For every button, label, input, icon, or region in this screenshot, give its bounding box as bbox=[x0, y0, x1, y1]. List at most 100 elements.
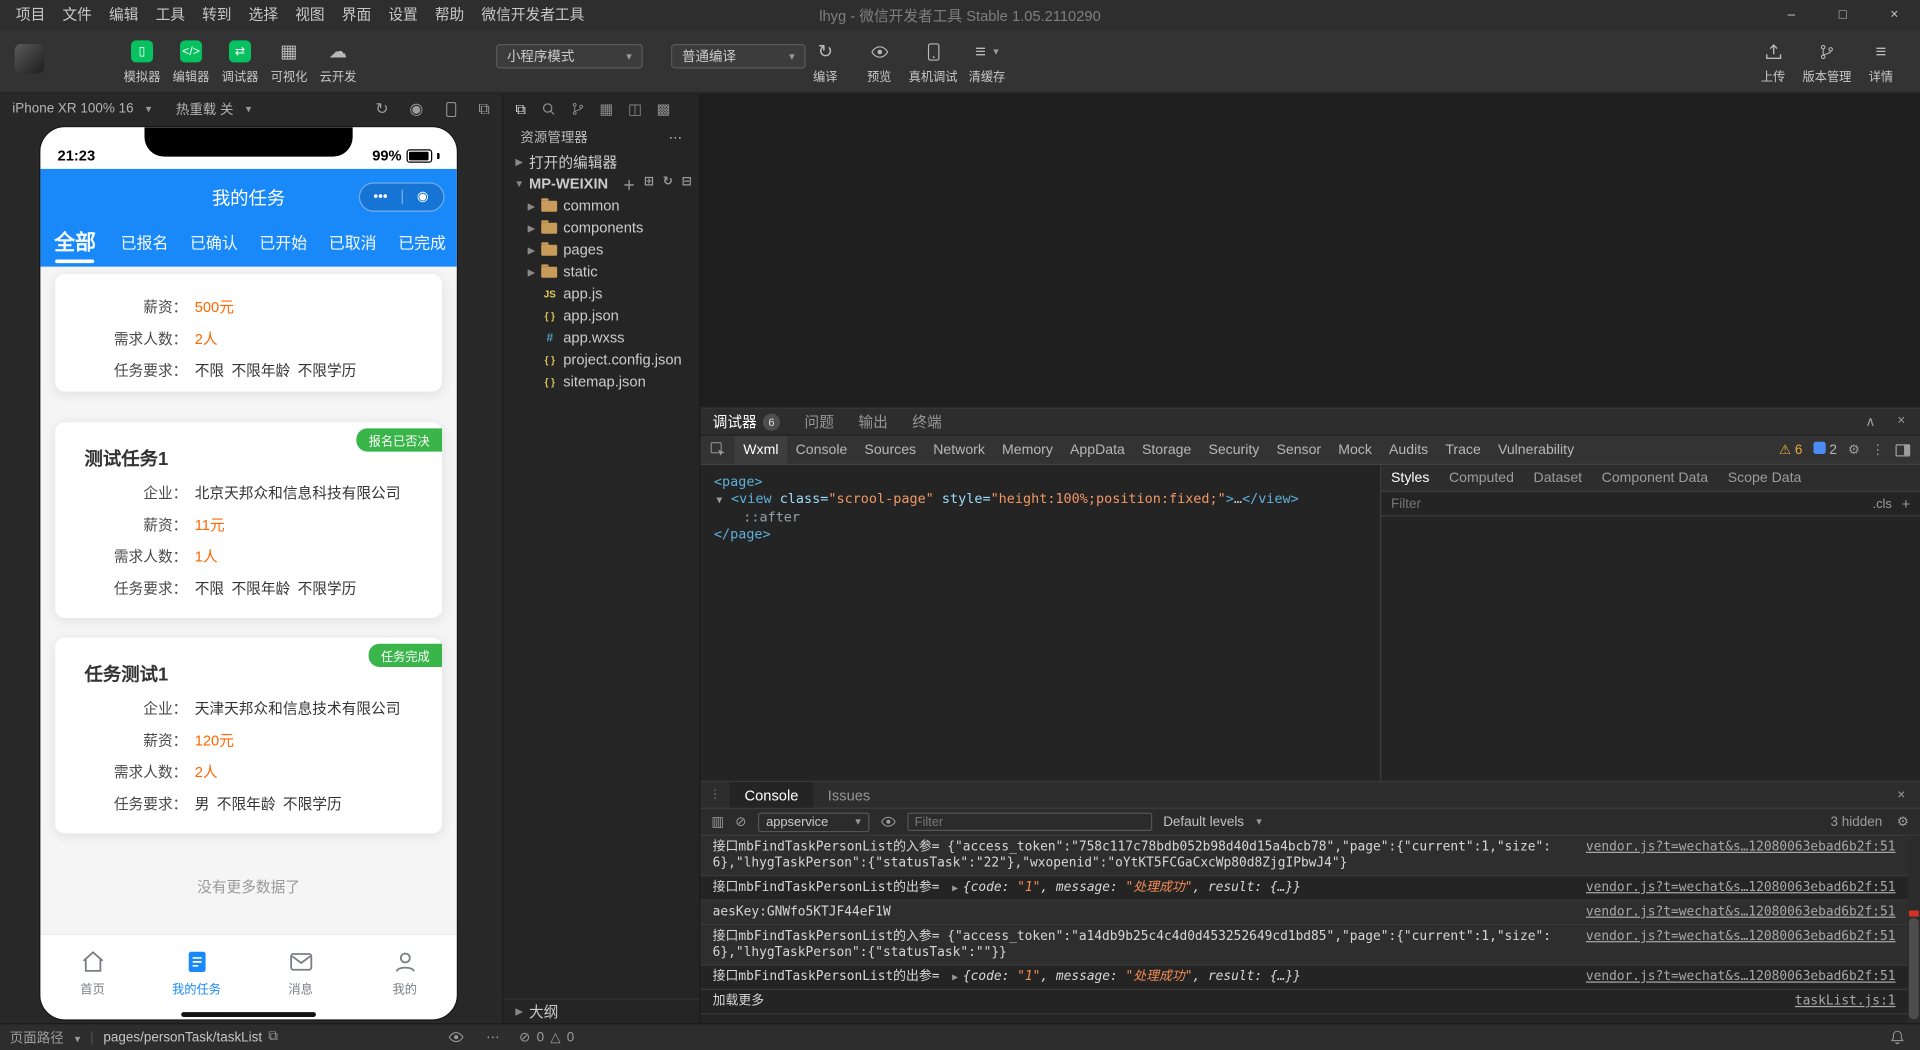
source-link[interactable]: vendor.js?t=wechat&s…12080063ebad6b2f:51 bbox=[1586, 929, 1896, 945]
tab-network[interactable]: Network bbox=[925, 436, 994, 464]
tab-styles[interactable]: Styles bbox=[1381, 465, 1439, 491]
tab-component-data[interactable]: Component Data bbox=[1592, 465, 1718, 491]
more-button[interactable]: ••• bbox=[360, 184, 401, 211]
menu-edit[interactable]: 编辑 bbox=[100, 0, 147, 29]
menu-select[interactable]: 选择 bbox=[240, 0, 287, 29]
tabbar-messages[interactable]: 消息 bbox=[249, 935, 353, 1010]
task-card[interactable]: 报名已否决 测试任务1 企业： 北京天邦众和信息科技有限公司 薪资： 11元 需求人… bbox=[55, 422, 443, 619]
tab-debugger[interactable]: 调试器 6 bbox=[700, 409, 792, 435]
expand-triangle-icon[interactable]: ▶ bbox=[952, 882, 958, 893]
expand-triangle-icon[interactable]: ▶ bbox=[952, 972, 958, 983]
tree-file-app-json[interactable]: { } app.json bbox=[503, 305, 699, 327]
tree-folder-common[interactable]: ▶ common bbox=[503, 195, 699, 217]
exit-button[interactable]: ◉ bbox=[402, 184, 443, 211]
version-manage-button[interactable]: 版本管理 bbox=[1800, 40, 1854, 84]
menu-view[interactable]: 视图 bbox=[287, 0, 334, 29]
settings-gear-icon[interactable]: ⚙ bbox=[1848, 442, 1860, 458]
console-prompt[interactable]: › bbox=[700, 1015, 1920, 1023]
more-actions-icon[interactable]: ⋯ bbox=[486, 1029, 499, 1045]
editor-button[interactable]: </> 编辑器 bbox=[167, 40, 216, 84]
tree-folder-components[interactable]: ▶ components bbox=[503, 217, 699, 239]
files-icon[interactable]: ⧉ bbox=[516, 100, 527, 118]
copy-icon[interactable]: ⧉ bbox=[268, 1029, 278, 1045]
tab-security[interactable]: Security bbox=[1200, 436, 1268, 464]
tab-appdata[interactable]: AppData bbox=[1061, 436, 1133, 464]
tab-finished[interactable]: 已完成 bbox=[387, 225, 456, 267]
settings-gear-icon[interactable]: ⚙ bbox=[1897, 814, 1909, 830]
split-window-icon[interactable]: ◫ bbox=[628, 100, 642, 117]
visualize-button[interactable]: ▦ 可视化 bbox=[264, 40, 313, 85]
task-card[interactable]: 薪资： 500元 需求人数： 2人 任务要求： 不限 不限年龄 不限学历 bbox=[55, 274, 443, 392]
styles-filter-input[interactable] bbox=[1391, 496, 1863, 511]
tabbar-home[interactable]: 首页 bbox=[40, 935, 144, 1010]
tab-sources[interactable]: Sources bbox=[856, 436, 925, 464]
real-device-debug-button[interactable]: 真机调试 bbox=[906, 40, 960, 84]
new-file-icon[interactable]: ＋ bbox=[623, 174, 635, 192]
upload-button[interactable]: 上传 bbox=[1746, 40, 1800, 84]
source-link[interactable]: vendor.js?t=wechat&s…12080063ebad6b2f:51 bbox=[1586, 904, 1896, 920]
device-frame-icon[interactable] bbox=[444, 101, 457, 117]
menu-file[interactable]: 文件 bbox=[54, 0, 101, 29]
dock-side-icon[interactable] bbox=[1895, 443, 1911, 456]
compile-mode-select[interactable]: 普通编译 ▾ bbox=[671, 44, 806, 69]
simulator-button[interactable]: ▯ 模拟器 bbox=[118, 40, 167, 84]
task-card[interactable]: 任务完成 任务测试1 企业： 天津天邦众和信息技术有限公司 薪资： 120元 需求人… bbox=[55, 637, 443, 834]
maximize-button[interactable]: □ bbox=[1817, 0, 1868, 29]
console-sidebar-icon[interactable]: ▥ bbox=[711, 814, 724, 830]
tab-scope-data[interactable]: Scope Data bbox=[1718, 465, 1811, 491]
tab-wxml[interactable]: Wxml bbox=[734, 435, 788, 464]
clear-console-icon[interactable]: ⊘ bbox=[735, 814, 746, 830]
menu-settings[interactable]: 设置 bbox=[380, 0, 427, 29]
console-filter-input[interactable] bbox=[907, 812, 1153, 831]
close-panel-icon[interactable]: × bbox=[1897, 414, 1905, 430]
open-editors-row[interactable]: ▶ 打开的编辑器 bbox=[503, 151, 699, 173]
tab-storage[interactable]: Storage bbox=[1133, 436, 1199, 464]
tree-file-project-config[interactable]: { } project.config.json bbox=[503, 349, 699, 371]
tab-mock[interactable]: Mock bbox=[1330, 436, 1381, 464]
tab-cancelled[interactable]: 已取消 bbox=[318, 225, 387, 267]
source-link[interactable]: vendor.js?t=wechat&s…12080063ebad6b2f:51 bbox=[1586, 840, 1896, 856]
mode-select[interactable]: 小程序模式 ▾ bbox=[495, 44, 643, 69]
tab-memory[interactable]: Memory bbox=[993, 436, 1061, 464]
source-link[interactable]: vendor.js?t=wechat&s…12080063ebad6b2f:51 bbox=[1586, 880, 1896, 896]
extensions-icon[interactable]: ▩ bbox=[657, 100, 671, 117]
tree-folder-pages[interactable]: ▶ pages bbox=[503, 239, 699, 261]
dom-node-pseudo-after[interactable]: ::after bbox=[700, 509, 1380, 526]
more-actions-icon[interactable]: ⋯ bbox=[669, 129, 682, 145]
kebab-menu-icon[interactable]: ⋮ bbox=[1871, 442, 1884, 458]
menu-tools[interactable]: 工具 bbox=[147, 0, 194, 29]
warning-triangle-icon[interactable]: △ bbox=[550, 1029, 560, 1045]
tree-folder-static[interactable]: ▶ static bbox=[503, 261, 699, 283]
toggle-class-button[interactable]: .cls bbox=[1873, 496, 1892, 511]
page-path-select[interactable]: 页面路径 ▾ bbox=[10, 1027, 81, 1047]
menu-help[interactable]: 帮助 bbox=[426, 0, 473, 29]
tab-issues-drawer[interactable]: Issues bbox=[813, 782, 885, 808]
tab-vulnerability[interactable]: Vulnerability bbox=[1489, 436, 1582, 464]
warning-icon[interactable]: ⚠ 6 bbox=[1779, 442, 1802, 458]
project-root-row[interactable]: ▼ MP-WEIXIN ＋ ⊞ ↻ ⊟ bbox=[503, 173, 699, 195]
device-select[interactable]: iPhone XR 100% 16 ▾ bbox=[12, 102, 151, 117]
grid-icon[interactable]: ▦ bbox=[599, 100, 613, 117]
context-select[interactable]: appservice ▾ bbox=[757, 811, 870, 832]
menu-goto[interactable]: 转到 bbox=[194, 0, 241, 29]
close-drawer-icon[interactable]: × bbox=[1897, 788, 1920, 803]
tree-file-app-js[interactable]: JS app.js bbox=[503, 283, 699, 305]
source-link[interactable]: taskList.js:1 bbox=[1795, 994, 1896, 1010]
tab-audits[interactable]: Audits bbox=[1380, 436, 1436, 464]
tab-terminal[interactable]: 终端 bbox=[900, 409, 954, 435]
dom-node-view[interactable]: ▼ <view class="scrool-page" style="height… bbox=[700, 491, 1380, 509]
tab-signed-up[interactable]: 已报名 bbox=[110, 225, 179, 267]
menu-project[interactable]: 项目 bbox=[7, 0, 54, 29]
collapse-all-icon[interactable]: ⊟ bbox=[682, 174, 692, 192]
preview-button[interactable]: 预览 bbox=[852, 40, 906, 84]
eye-icon[interactable] bbox=[880, 814, 896, 830]
detail-button[interactable]: ≡ 详情 bbox=[1854, 40, 1908, 84]
tab-sensor[interactable]: Sensor bbox=[1268, 436, 1330, 464]
search-icon[interactable] bbox=[541, 102, 556, 117]
close-button[interactable]: × bbox=[1869, 0, 1920, 29]
dom-node-page-open[interactable]: <page> bbox=[700, 474, 1380, 491]
drag-handle-icon[interactable]: ⋮ bbox=[700, 788, 729, 801]
scrollbar-thumb[interactable] bbox=[1908, 918, 1919, 1020]
log-levels-select[interactable]: Default levels ▾ bbox=[1163, 814, 1262, 829]
tab-all[interactable]: 全部 bbox=[40, 225, 109, 267]
